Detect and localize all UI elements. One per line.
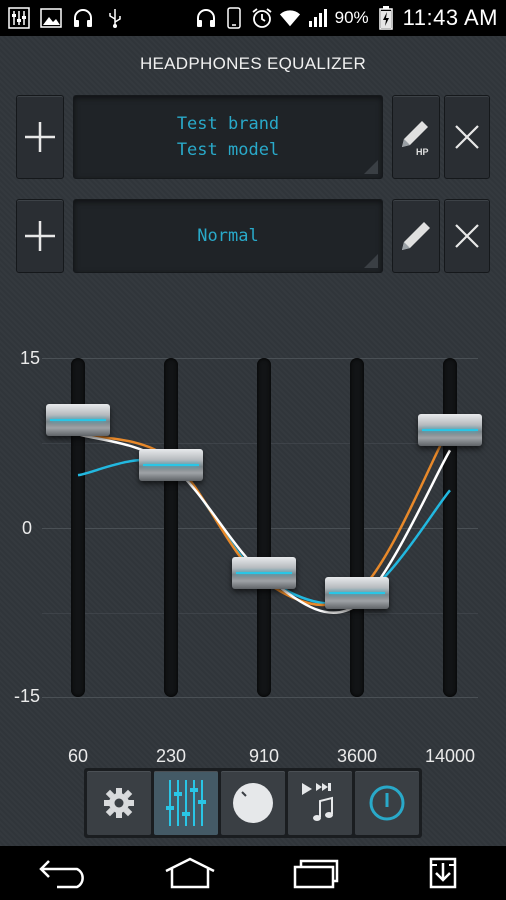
media-controls-button[interactable]	[288, 771, 352, 835]
headphone-model: Test model	[176, 140, 280, 160]
headphone-profile-display[interactable]: Test brand Test model	[73, 95, 383, 179]
usb-icon	[104, 7, 126, 29]
band-freq-label-910: 910	[248, 746, 280, 766]
plus-icon	[25, 122, 55, 152]
alarm-icon	[251, 7, 273, 29]
home-icon	[165, 857, 215, 889]
add-headphone-button[interactable]	[16, 95, 64, 179]
pencil-icon	[402, 222, 430, 250]
back-button[interactable]	[33, 851, 93, 895]
band-slider-knob-910[interactable]	[232, 556, 296, 589]
power-button[interactable]	[355, 771, 419, 835]
app-screen: HEADPHONES EQUALIZER Test brand Test mod…	[0, 36, 506, 846]
delete-headphone-button[interactable]	[444, 95, 490, 179]
dropdown-corner-icon	[364, 254, 378, 268]
settings-button[interactable]	[87, 771, 151, 835]
band-slider-knob-230[interactable]	[139, 449, 203, 482]
download-button[interactable]	[413, 851, 473, 895]
band-freq-label-230: 230	[155, 746, 187, 766]
headphone-brand: Test brand	[176, 114, 280, 134]
equalizer-notification-icon	[8, 7, 30, 29]
pencil-hp-icon: HP	[402, 121, 429, 157]
band-slider-knob-3600[interactable]	[325, 577, 389, 610]
edit-preset-button[interactable]	[392, 199, 440, 273]
gear-icon	[104, 788, 134, 818]
dropdown-corner-icon	[364, 160, 378, 174]
band-freq-label-3600: 3600	[336, 746, 378, 766]
play-music-icon	[302, 783, 333, 821]
headphones-icon	[72, 7, 94, 29]
headphones-icon	[195, 7, 217, 29]
close-icon	[455, 224, 479, 248]
power-icon	[369, 785, 405, 821]
equalizer-panel: 15 0 -15 60 230 910 3600 14000	[0, 346, 506, 766]
battery-charging-icon	[375, 6, 397, 30]
close-icon	[455, 125, 479, 149]
band-slider-knob-14000[interactable]	[418, 414, 482, 447]
phone-icon	[223, 7, 245, 29]
band-slider-knob-60[interactable]	[46, 404, 110, 437]
image-icon	[40, 7, 62, 29]
page-title: HEADPHONES EQUALIZER	[139, 54, 367, 73]
plus-icon	[25, 221, 55, 251]
volume-knob-button[interactable]	[221, 771, 285, 835]
bottom-toolbar	[84, 768, 422, 838]
recent-apps-button[interactable]	[286, 851, 346, 895]
clock: 11:43 AM	[402, 5, 498, 30]
recent-apps-icon	[294, 859, 339, 889]
navigation-bar	[0, 846, 506, 900]
delete-preset-button[interactable]	[444, 199, 490, 273]
preset-name: Normal	[197, 226, 259, 246]
preset-display[interactable]: Normal	[73, 199, 383, 273]
signal-icon	[307, 7, 329, 29]
back-icon	[39, 860, 85, 889]
band-freq-label-60: 60	[67, 746, 89, 766]
equalizer-tab-button[interactable]	[154, 771, 218, 835]
download-icon	[429, 857, 456, 889]
band-freq-label-14000: 14000	[424, 746, 476, 766]
hp-badge: HP	[416, 147, 429, 157]
edit-headphone-button[interactable]: HP	[392, 95, 440, 179]
sliders-icon	[166, 780, 206, 826]
battery-percent: 90%	[334, 8, 369, 27]
knob-icon	[233, 783, 273, 823]
home-button[interactable]	[160, 851, 220, 895]
wifi-icon	[279, 7, 301, 29]
add-preset-button[interactable]	[16, 199, 64, 273]
status-bar: 90% 11:43 AM	[0, 0, 506, 36]
